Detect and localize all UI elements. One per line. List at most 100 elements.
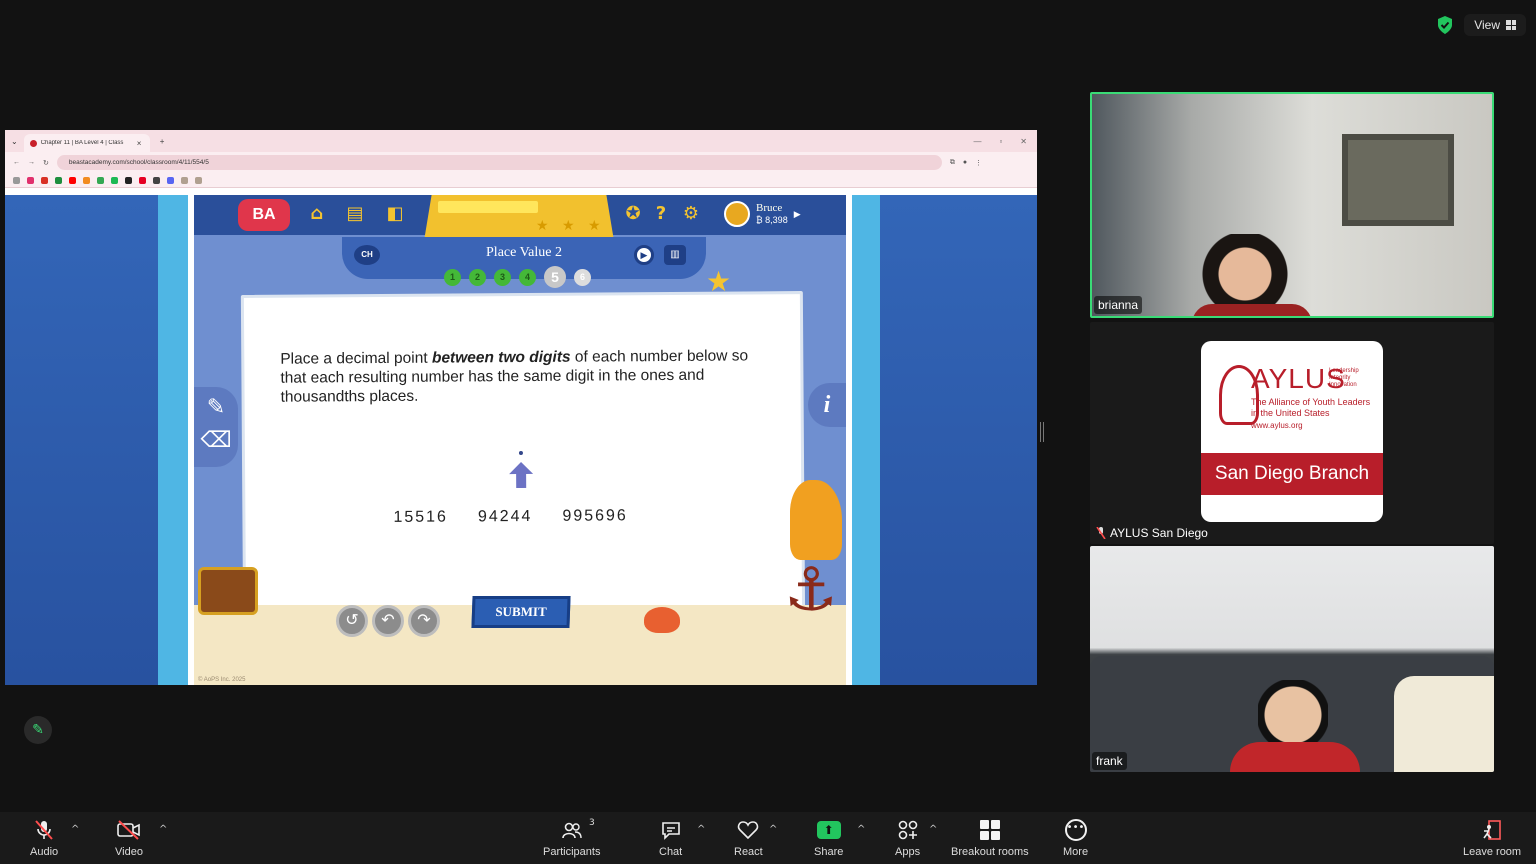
step-indicator-item[interactable]: 1 bbox=[444, 269, 461, 286]
bookmark-folder-icon[interactable] bbox=[181, 176, 188, 184]
reload-icon[interactable]: ↻ bbox=[43, 159, 49, 167]
video-button[interactable]: Video bbox=[115, 818, 143, 858]
audio-options-caret-icon[interactable]: ^ bbox=[71, 824, 79, 835]
home-icon[interactable]: ⌂ bbox=[306, 203, 328, 225]
eraser-icon[interactable]: ⌫ bbox=[194, 428, 238, 453]
more-button[interactable]: ••• More bbox=[1063, 818, 1088, 858]
participants-count: 3 bbox=[589, 818, 595, 828]
react-button[interactable]: React bbox=[734, 818, 763, 858]
info-button[interactable]: i bbox=[808, 383, 846, 427]
play-video-icon[interactable]: ▶ bbox=[634, 245, 654, 265]
panel-resize-handle[interactable] bbox=[1040, 422, 1044, 442]
step-indicator-item[interactable]: 6 bbox=[574, 269, 591, 286]
favicon-icon bbox=[29, 139, 37, 147]
video-camera-icon[interactable]: ◧ bbox=[384, 203, 406, 225]
react-label: React bbox=[734, 846, 763, 858]
bookmark-youtube-icon[interactable] bbox=[69, 176, 76, 184]
profile-icon[interactable]: ● bbox=[963, 159, 967, 166]
number-item[interactable]: 94244 bbox=[478, 508, 533, 526]
video-options-caret-icon[interactable]: ^ bbox=[159, 824, 167, 835]
share-options-caret-icon[interactable]: ^ bbox=[857, 824, 865, 835]
beast-academy-logo[interactable]: BA bbox=[238, 199, 290, 231]
tool-panel: ✎ ⌫ bbox=[194, 387, 238, 467]
shared-screen[interactable]: ⌄ Chapter 11 | BA Level 4 | Class × + — … bbox=[5, 130, 1037, 685]
close-window-icon[interactable]: ✕ bbox=[1020, 137, 1027, 146]
aylus-sub-1: The Alliance of Youth Leaders bbox=[1251, 397, 1371, 407]
bookmark-spotify-icon[interactable] bbox=[111, 176, 118, 184]
award-icon[interactable]: ✪ bbox=[622, 203, 644, 225]
video-tile[interactable]: brianna bbox=[1090, 92, 1494, 318]
browser-tab[interactable]: Chapter 11 | BA Level 4 | Class × bbox=[23, 134, 150, 152]
annotate-pencil-icon[interactable]: ✎ bbox=[24, 716, 52, 744]
bookmark-discord-icon[interactable] bbox=[167, 176, 174, 184]
bookmark-folder-icon[interactable] bbox=[195, 176, 202, 184]
chevron-right-icon: ▶ bbox=[793, 208, 801, 219]
step-indicator-item[interactable]: 5 bbox=[544, 266, 566, 288]
address-bar[interactable]: beastacademy.com/school/classroom/4/11/5… bbox=[56, 155, 942, 170]
step-indicator-item[interactable]: 4 bbox=[519, 269, 536, 286]
view-button[interactable]: View bbox=[1464, 14, 1526, 36]
user-profile[interactable]: Bruce ₿ 8,398 ▶ bbox=[724, 201, 801, 227]
apps-options-caret-icon[interactable]: ^ bbox=[929, 824, 937, 835]
leave-room-button[interactable]: Leave room bbox=[1463, 818, 1521, 858]
mic-muted-icon bbox=[33, 818, 55, 842]
chat-options-caret-icon[interactable]: ^ bbox=[697, 824, 705, 835]
meeting-window: View ⌄ Chapter 11 | BA Level 4 | Class ×… bbox=[0, 0, 1536, 864]
video-tile[interactable]: frank bbox=[1090, 546, 1494, 772]
minimize-icon[interactable]: — bbox=[973, 137, 981, 146]
book-icon[interactable]: ▤ bbox=[344, 203, 366, 225]
shield-check-icon[interactable] bbox=[1436, 15, 1454, 35]
reset-icon[interactable]: ↺ bbox=[336, 605, 368, 637]
maximize-icon[interactable]: ▫ bbox=[999, 137, 1002, 146]
participants-icon: 3 bbox=[561, 818, 595, 842]
crab-decoration bbox=[644, 607, 680, 633]
react-options-caret-icon[interactable]: ^ bbox=[769, 824, 777, 835]
breakout-rooms-button[interactable]: Breakout rooms bbox=[951, 818, 1029, 858]
avatar-icon bbox=[724, 201, 750, 227]
new-tab-icon[interactable]: + bbox=[160, 137, 165, 146]
settings-gear-icon[interactable]: ⚙ bbox=[680, 203, 702, 225]
chat-button[interactable]: Chat bbox=[659, 818, 682, 858]
bookmark-pinterest-icon[interactable] bbox=[139, 176, 146, 184]
game-area: BA ⌂ ▤ ◧ ★ ★ ★ ✪ ? ⚙ Bruce ₿ 8,398 ▶ CH … bbox=[194, 195, 846, 685]
bookmark-drive-icon[interactable] bbox=[97, 176, 104, 184]
bookmarks-bar bbox=[5, 173, 1037, 188]
pencil-icon[interactable]: ✎ bbox=[194, 395, 238, 420]
progress-panel: ★ ★ ★ bbox=[424, 195, 614, 241]
help-icon[interactable]: ? bbox=[650, 203, 672, 225]
frame-right bbox=[846, 195, 852, 685]
browser-tabstrip: ⌄ Chapter 11 | BA Level 4 | Class × + — … bbox=[5, 130, 1037, 152]
decimal-point-token[interactable] bbox=[518, 451, 523, 456]
menu-icon[interactable]: ⋮ bbox=[975, 159, 982, 167]
bookmark-classroom-icon[interactable] bbox=[55, 176, 62, 184]
tab-close-icon[interactable]: × bbox=[137, 139, 142, 148]
participant-name: AYLUS San Diego bbox=[1110, 526, 1208, 540]
bookmark-pencil-icon[interactable] bbox=[83, 176, 90, 184]
bookmark-instagram-icon[interactable] bbox=[27, 176, 34, 184]
step-indicator-item[interactable]: 3 bbox=[494, 269, 511, 286]
view-label: View bbox=[1474, 18, 1500, 32]
more-label: More bbox=[1063, 846, 1089, 858]
number-item[interactable]: 15516 bbox=[393, 509, 448, 527]
share-button[interactable]: ⬆ Share bbox=[814, 818, 843, 858]
forward-icon[interactable]: → bbox=[28, 159, 35, 166]
redo-icon[interactable]: ↷ bbox=[408, 605, 440, 637]
participants-button[interactable]: 3 Participants bbox=[543, 818, 600, 858]
audio-button[interactable]: Audio bbox=[30, 818, 58, 858]
bookmark-github-icon[interactable] bbox=[125, 176, 132, 184]
step-indicator-item[interactable]: 2 bbox=[469, 269, 486, 286]
arrow-up-icon bbox=[509, 462, 534, 489]
extensions-icon[interactable]: ⧉ bbox=[950, 159, 955, 167]
submit-button[interactable]: SUBMIT bbox=[471, 596, 571, 628]
back-icon[interactable]: ← bbox=[13, 159, 20, 166]
window-controls: — ▫ ✕ bbox=[973, 137, 1037, 146]
undo-icon[interactable]: ↶ bbox=[372, 605, 404, 637]
bookmark-adobe-icon[interactable] bbox=[153, 176, 160, 184]
guide-book-icon[interactable]: ▥ bbox=[664, 245, 686, 265]
apps-grid-icon[interactable] bbox=[13, 176, 20, 184]
number-item[interactable]: 995696 bbox=[562, 507, 628, 525]
bookmark-gmail-icon[interactable] bbox=[41, 176, 48, 184]
video-tile[interactable]: AYLUS Leadership Integrity Innovation Th… bbox=[1090, 322, 1494, 544]
apps-button[interactable]: Apps bbox=[895, 818, 920, 858]
tab-list-chevron-icon[interactable]: ⌄ bbox=[11, 137, 18, 146]
